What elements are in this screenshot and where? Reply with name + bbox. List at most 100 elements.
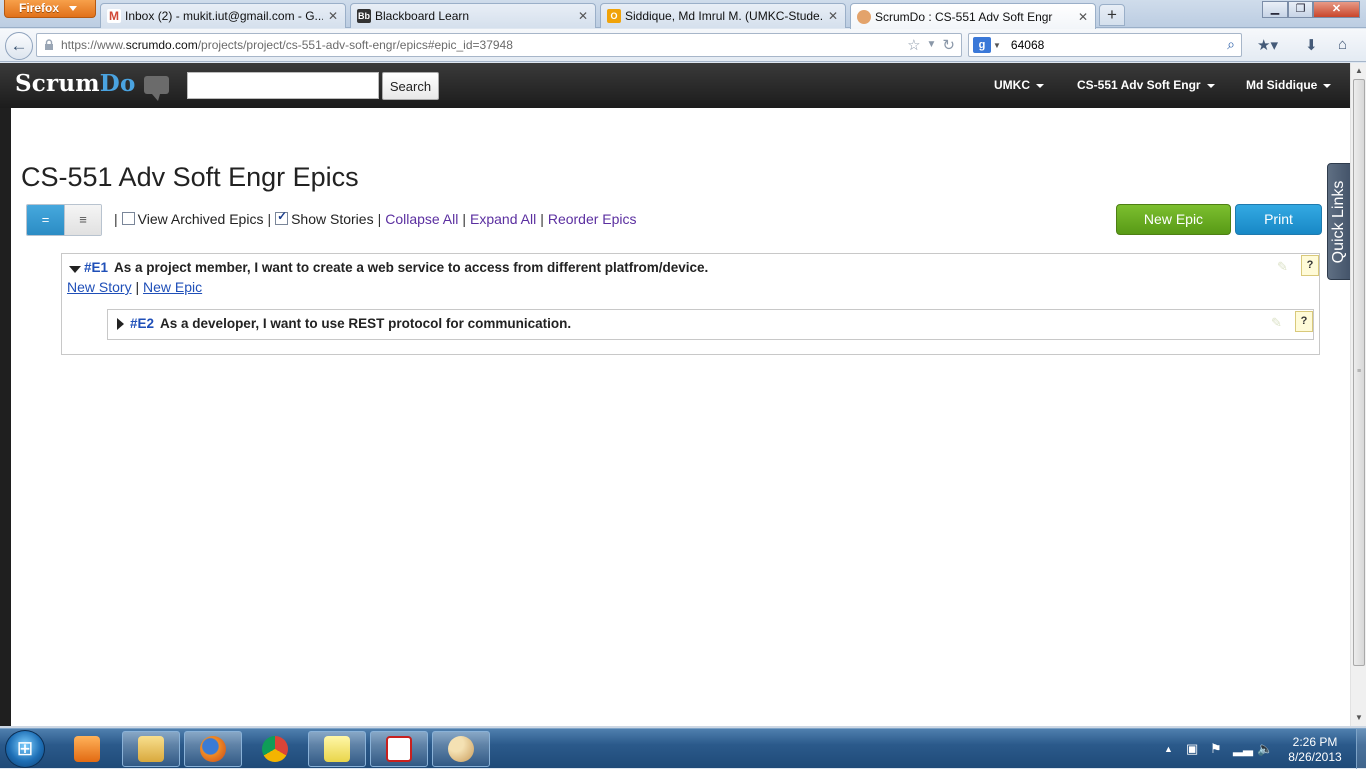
new-sub-epic-link[interactable]: New Epic (143, 279, 202, 295)
menu-user[interactable]: Md Siddique (1246, 78, 1332, 92)
chevron-down-icon[interactable]: ▼ (993, 41, 1001, 50)
separator: | (377, 211, 382, 227)
taskbar-paint[interactable] (432, 731, 490, 767)
close-icon[interactable]: ✕ (327, 9, 339, 23)
clock-time: 2:26 PM (1292, 735, 1338, 749)
close-icon[interactable]: ✕ (577, 9, 589, 23)
tab-scrumdo[interactable]: ScrumDo : CS-551 Adv Soft Engr ✕ (850, 3, 1096, 29)
reload-icon[interactable]: ↻ (942, 36, 955, 54)
chevron-down-icon (69, 6, 77, 11)
show-stories-checkbox[interactable] (275, 209, 289, 225)
tab-title: Inbox (2) - mukit.iut@gmail.com - G... (125, 9, 323, 23)
windows-taskbar: ▲ ▣ ⚑ ▂▃ 🔈 2:26 PM 8/26/2013 (0, 728, 1366, 769)
epic-header-e2: #E2 As a developer, I want to use REST p… (117, 316, 571, 331)
clock-date: 8/26/2013 (1288, 750, 1342, 764)
scroll-thumb[interactable]: ≡ (1353, 79, 1365, 666)
show-hidden-icons[interactable]: ▲ (1164, 744, 1173, 754)
action-center-flag-icon[interactable]: ⚑ (1210, 741, 1222, 757)
back-button[interactable]: ← (5, 32, 33, 60)
gmail-icon: M (107, 9, 121, 23)
page-viewport: ScrumDo Search UMKC CS-551 Adv Soft Engr… (0, 63, 1366, 726)
reorder-epics-link[interactable]: Reorder Epics (548, 211, 637, 227)
chevron-down-icon[interactable]: ▼ (927, 36, 937, 54)
browser-search-field[interactable]: g ▼ 64068 ⌕ (968, 33, 1242, 57)
menu-organization[interactable]: UMKC (994, 78, 1044, 92)
downloads-icon[interactable]: ⬇ (1305, 36, 1318, 54)
taskbar-acrobat[interactable] (370, 731, 428, 767)
list-view-button[interactable]: = (27, 205, 64, 235)
tree-view-button[interactable]: ≡ (63, 205, 101, 235)
tab-gmail[interactable]: M Inbox (2) - mukit.iut@gmail.com - G...… (100, 3, 346, 28)
lock-icon (45, 39, 53, 50)
new-story-link[interactable]: New Story (67, 279, 132, 295)
scroll-up-arrow[interactable]: ▲ (1351, 63, 1366, 79)
search-icon[interactable]: ⌕ (1227, 36, 1235, 53)
tab-title: Blackboard Learn (375, 9, 470, 23)
device-icon[interactable]: ▣ (1186, 741, 1198, 757)
scroll-down-arrow[interactable]: ▼ (1351, 710, 1366, 726)
pencil-icon[interactable]: ✎ (1277, 259, 1288, 275)
firefox-menu-label: Firefox (19, 1, 60, 15)
acrobat-icon (386, 736, 412, 762)
expand-triangle-icon[interactable] (117, 317, 124, 330)
help-icon[interactable]: ? (1301, 255, 1319, 276)
chevron-down-icon (1206, 83, 1215, 88)
collapse-all-link[interactable]: Collapse All (385, 211, 458, 227)
site-search-input[interactable] (187, 72, 379, 99)
paint-icon (448, 736, 474, 762)
search-button[interactable]: Search (382, 72, 439, 100)
maximize-button[interactable]: ❐ (1288, 1, 1313, 18)
chevron-down-icon (1323, 83, 1332, 88)
epic-id-link[interactable]: #E1 (84, 260, 108, 275)
show-desktop-button[interactable] (1356, 729, 1366, 769)
epic-id-link[interactable]: #E2 (130, 316, 154, 331)
bookmarks-menu-icon[interactable]: ★▾ (1257, 36, 1278, 54)
close-icon[interactable]: ✕ (827, 9, 839, 23)
outlook-icon: O (607, 9, 621, 23)
home-icon[interactable]: ⌂ (1338, 36, 1347, 53)
taskbar-media-player[interactable] (58, 731, 116, 767)
firefox-menu-button[interactable]: Firefox (4, 0, 96, 18)
taskbar-chrome[interactable] (246, 731, 304, 767)
menu-label: UMKC (994, 78, 1030, 92)
taskbar-sticky-notes[interactable] (308, 731, 366, 767)
page-title: CS-551 Adv Soft Engr Epics (21, 162, 359, 192)
vertical-scrollbar[interactable]: ▲ ≡ ▼ (1350, 63, 1366, 726)
menu-label: Md Siddique (1246, 78, 1318, 92)
view-archived-label: View Archived Epics (137, 211, 264, 227)
taskbar-explorer[interactable] (122, 731, 180, 767)
url-bar[interactable]: https://www. scrumdo.com/projects/project… (36, 33, 962, 57)
collapse-triangle-icon[interactable] (69, 266, 81, 273)
epic-card-e2: #E2 As a developer, I want to use REST p… (107, 309, 1314, 340)
site-header: ScrumDo Search UMKC CS-551 Adv Soft Engr… (0, 63, 1350, 108)
chat-icon[interactable] (144, 76, 169, 101)
bookmark-star-icon[interactable]: ☆ (907, 36, 920, 54)
quick-links-tab[interactable]: Quick Links (1327, 163, 1351, 280)
window-close-button[interactable]: ✕ (1313, 1, 1360, 18)
tab-blackboard[interactable]: Bb Blackboard Learn ✕ (350, 3, 596, 28)
separator: | (135, 279, 140, 295)
quick-links-label: Quick Links (1330, 180, 1347, 263)
separator: | (462, 211, 467, 227)
taskbar-firefox[interactable] (184, 731, 242, 767)
expand-all-link[interactable]: Expand All (470, 211, 536, 227)
epic-toolbar: | View Archived Epics | Show Stories | C… (110, 209, 637, 228)
system-clock[interactable]: 2:26 PM 8/26/2013 (1280, 735, 1350, 765)
tab-outlook[interactable]: O Siddique, Md Imrul M. (UMKC-Stude... ✕ (600, 3, 846, 28)
minimize-button[interactable]: ▁ (1262, 1, 1288, 18)
print-button[interactable]: Print (1235, 204, 1322, 235)
pencil-icon[interactable]: ✎ (1271, 315, 1282, 331)
help-icon[interactable]: ? (1295, 311, 1313, 332)
scrumdo-logo[interactable]: ScrumDo (15, 70, 135, 97)
volume-icon[interactable]: 🔈 (1257, 741, 1273, 757)
firefox-icon (200, 736, 226, 762)
new-tab-button[interactable]: + (1099, 4, 1125, 26)
close-icon[interactable]: ✕ (1077, 10, 1089, 24)
menu-project[interactable]: CS-551 Adv Soft Engr (1077, 78, 1215, 92)
new-epic-button[interactable]: New Epic (1116, 204, 1231, 235)
google-icon[interactable]: g (973, 37, 991, 53)
network-signal-icon[interactable]: ▂▃ (1233, 741, 1253, 757)
explorer-icon (138, 736, 164, 762)
view-archived-checkbox[interactable] (121, 211, 135, 225)
start-button[interactable] (5, 730, 45, 768)
